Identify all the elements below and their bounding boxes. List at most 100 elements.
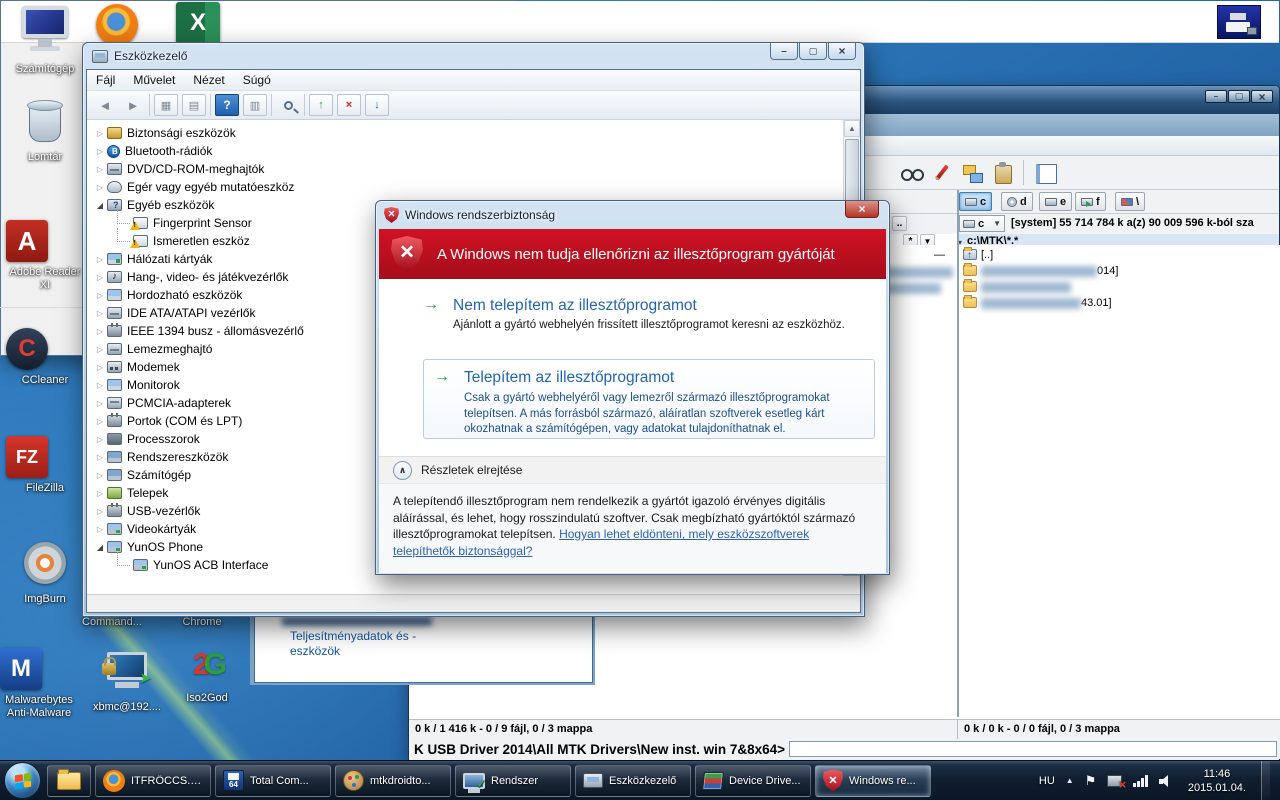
close-button[interactable] [828,43,856,60]
tree-item-dvd[interactable]: DVD/CD-ROM-meghajtók [87,160,843,178]
action-center-icon[interactable]: ⚑ [1085,773,1097,789]
expand-icon[interactable] [93,381,107,390]
properties-icon[interactable]: ▤ [182,94,206,116]
tree-item-bluetooth[interactable]: Bluetooth-rádiók [87,142,843,160]
dont-install-option[interactable]: → Nem telepítem az illesztőprogramot Ajá… [423,297,845,331]
desktop-icon-malwarebytes[interactable]: M Malwarebytes Anti-Malware [0,648,78,720]
parent-dir-button[interactable]: .. [892,216,907,231]
expand-icon[interactable] [93,165,107,174]
network-disconnected-icon[interactable] [1107,775,1122,787]
file-row-folder[interactable]: 43.01]<D [963,296,1280,312]
collapse-icon[interactable] [93,543,107,552]
tree-item-mouse[interactable]: Egér vagy egyéb mutatóeszköz [87,178,843,196]
command-input[interactable] [789,741,1277,757]
expand-icon[interactable] [93,453,107,462]
taskbar-button-mtkdroidtools[interactable]: mtkdroidto... [335,765,451,797]
expand-icon[interactable] [93,435,107,444]
taskbar-explorer-button[interactable] [47,765,91,797]
multi-rename-icon[interactable] [928,160,954,185]
expand-icon[interactable] [93,183,107,192]
drive-combobox[interactable]: c▼ [959,215,1005,232]
desktop-icon-ccleaner[interactable]: C CCleaner [6,328,84,387]
desktop-icon-filezilla[interactable]: FZ FileZilla [6,436,84,495]
taskbar-clock[interactable]: 11:46 2015.01.04. [1188,767,1246,795]
taskbar-button-windows-security[interactable]: Windows re... [815,765,931,797]
scroll-up-icon[interactable]: ▲ [844,120,860,137]
expand-icon[interactable] [93,129,107,138]
desktop-icon-computer[interactable]: Számítógép [6,6,84,76]
drive-button-f[interactable]: f [1075,192,1106,211]
start-button[interactable] [4,762,41,799]
menu-file[interactable]: Fájl [87,73,124,87]
volume-icon[interactable] [1159,775,1173,787]
taskbar-button-firefox[interactable]: ITFRÖCCS.H... [95,765,211,797]
menu-help[interactable]: Súgó [234,73,280,87]
minimize-button[interactable] [1205,90,1227,103]
desktop-icon-recycle-bin[interactable]: Lomtár [6,104,84,164]
notepad-icon[interactable] [1031,160,1057,185]
expand-icon[interactable] [93,363,107,372]
expand-icon[interactable] [93,525,107,534]
forward-icon[interactable]: ► [121,94,145,116]
details-toggle-bar[interactable]: Részletek elrejtése [379,456,886,483]
expand-icon[interactable] [93,291,107,300]
desktop-icon-excel[interactable]: X [176,2,226,44]
close-icon[interactable] [845,201,879,218]
panel-divider[interactable] [957,190,959,717]
expand-icon[interactable] [93,489,107,498]
expand-icon[interactable] [93,327,107,336]
drive-button-d[interactable]: d [1001,192,1033,211]
back-icon[interactable]: ◄ [93,94,117,116]
menu-view[interactable]: Nézet [184,73,233,87]
file-row-up[interactable]: [..]<D [963,248,1280,264]
desktop-icon-imgburn[interactable]: ImgBurn [6,542,84,606]
language-indicator[interactable]: HU [1039,775,1055,787]
taskbar-button-system[interactable]: Rendszer [455,765,571,797]
drive-button-network[interactable]: \ [1115,192,1145,211]
taskbar-button-driver-installer[interactable]: Device Drive... [695,765,811,797]
dialog-titlebar[interactable]: Windows rendszerbiztonság [376,201,889,229]
update-driver-icon[interactable]: ↑ [309,94,333,116]
maximize-button[interactable] [1228,90,1250,103]
expand-icon[interactable] [93,507,107,516]
maximize-button[interactable] [799,43,827,60]
expand-icon[interactable] [93,471,107,480]
expand-icon[interactable] [93,399,107,408]
drive-button-e[interactable]: e [1039,192,1072,211]
minimize-button[interactable] [770,43,798,60]
show-hidden-icons-button[interactable]: ▲ [1066,776,1074,785]
close-button[interactable] [1251,90,1273,103]
device-manager-titlebar[interactable]: Eszközkezelő [83,43,864,69]
drive-button-c[interactable]: c [959,192,992,211]
expand-icon[interactable] [93,345,107,354]
expand-icon[interactable] [93,273,107,282]
install-option[interactable]: → Telepítem az illesztőprogramot Csak a … [423,359,875,439]
collapse-details-icon[interactable] [393,461,412,480]
sync-dirs-icon[interactable] [959,160,985,185]
show-desktop-button[interactable] [1261,761,1270,800]
expand-icon[interactable] [93,147,107,156]
desktop-icon-iso2god[interactable]: 2G Iso2God [168,648,246,705]
disable-device-icon[interactable]: ↓ [365,94,389,116]
action-pane-icon[interactable]: ▥ [243,94,267,116]
desktop-icon-adobe-reader[interactable]: A Adobe Reader XI [6,220,84,292]
uninstall-device-icon[interactable]: × [337,94,361,116]
desktop-icon-xbmc[interactable]: ➤ xbmc@192.... [88,652,166,714]
taskbar-button-total-commander[interactable]: Total Com... [215,765,331,797]
performance-tools-link[interactable]: Teljesítményadatok és -eszközök [290,629,460,659]
file-row-folder[interactable]: 014]<D [963,264,1280,280]
expand-icon[interactable] [93,309,107,318]
console-tree-icon[interactable]: ▦ [154,94,178,116]
expand-icon[interactable] [93,417,107,426]
scan-hardware-icon[interactable] [276,94,300,116]
taskbar-button-device-manager[interactable]: Eszközkezelő [575,765,691,797]
expand-icon[interactable] [93,255,107,264]
tree-item-security-devices[interactable]: Biztonsági eszközök [87,124,843,142]
clipboard-icon[interactable] [990,160,1016,185]
menu-action[interactable]: Művelet [124,73,184,87]
collapse-icon[interactable] [93,201,107,210]
help-icon[interactable]: ? [215,94,239,116]
file-row-folder[interactable]: <D [963,280,1280,296]
search-icon[interactable] [897,160,923,185]
signal-strength-icon[interactable] [1133,775,1148,787]
